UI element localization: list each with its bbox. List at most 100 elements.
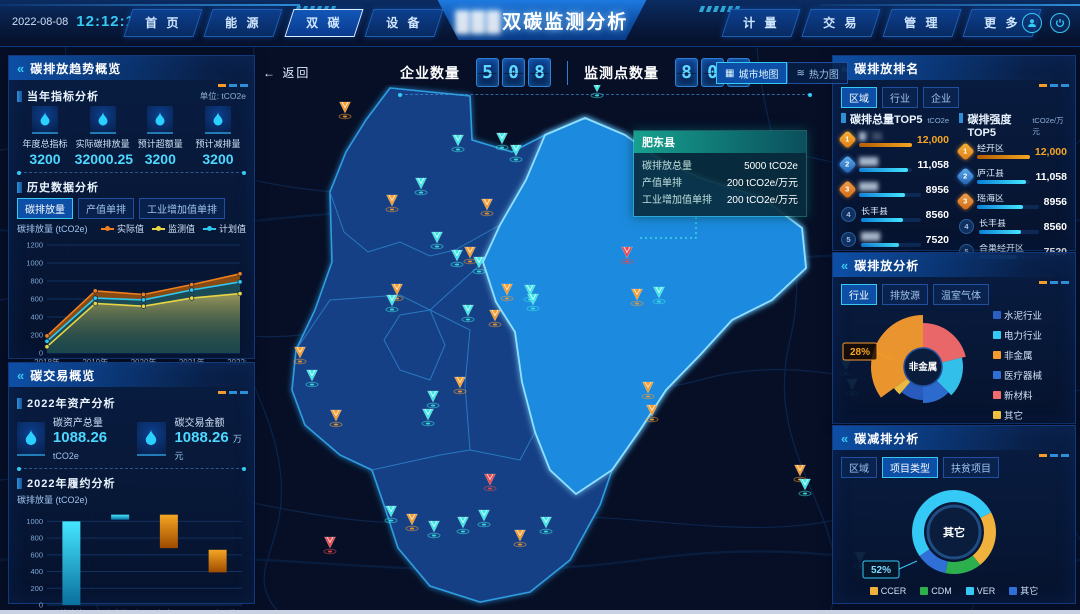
tab-industry[interactable]: 行业: [882, 87, 918, 108]
legend-item: 其它: [993, 408, 1042, 422]
svg-text:800: 800: [30, 534, 43, 543]
section-title: 2022年履约分析: [27, 475, 115, 491]
nav-tab-metering[interactable]: 计 量: [721, 9, 800, 37]
nav-tab-manage[interactable]: 管 理: [882, 9, 961, 37]
toggle-city-map[interactable]: ▦城市地图: [716, 62, 787, 84]
panel-chevron-icon: «: [841, 258, 848, 273]
y-axis-label: 碳排放量 (tCO2e): [17, 493, 88, 506]
panel-title: 碳交易概览: [30, 367, 95, 384]
line-legend: 实际值 监测值 计划值: [101, 222, 246, 235]
year-kpi-row: 年度总指标 3200 实际碳排放量 32000.25 预计超额量 3200 预计…: [17, 106, 246, 167]
rank-row: 2███11,058: [841, 152, 949, 177]
flame-icon: [32, 106, 58, 134]
kpi-actual-emission: 实际碳排放量 32000.25: [75, 106, 131, 167]
emission-tabs: 行业 排放源 温室气体: [841, 284, 1067, 305]
tab-industry-intensity[interactable]: 工业增加值单排: [139, 198, 225, 219]
rank-column-total: 碳排总量TOP5tCO2e 1█门区12,000 2███11,058 3███…: [841, 111, 949, 264]
industry-rose-chart: 非金属28%: [841, 309, 991, 421]
divider: [567, 61, 568, 85]
svg-text:0: 0: [39, 349, 43, 358]
panel-emission-ranking: «碳排放排名 区域 行业 企业 碳排总量TOP5tCO2e 1█门区12,000…: [832, 55, 1076, 251]
date-label: 2022-08-08: [12, 16, 68, 28]
svg-text:52%: 52%: [871, 565, 891, 576]
flame-icon: [137, 422, 167, 456]
legend-item: 新材料: [993, 388, 1042, 402]
tab-region[interactable]: 区域: [841, 457, 877, 478]
legend-plan: 计划值: [203, 222, 246, 235]
svg-text:其它: 其它: [943, 525, 965, 539]
tab-project-type[interactable]: 项目类型: [882, 457, 938, 478]
heatmap-icon: ≋: [796, 68, 804, 79]
svg-text:600: 600: [30, 295, 43, 304]
tooltip-label: 碳排放总量: [642, 158, 692, 175]
tab-source[interactable]: 排放源: [882, 284, 928, 305]
rank-2-medal-icon: 2: [838, 155, 856, 173]
map-tooltip: 肥东县 碳排放总量5000 tCO2e 产值单排200 tCO2e/万元 工业增…: [633, 130, 807, 217]
tooltip-value: 200 tCO2e/万元: [727, 175, 798, 192]
nav-tab-dual-carbon[interactable]: 双 碳: [284, 9, 363, 37]
rank-number-badge: 4: [959, 219, 974, 234]
section-title: 历史数据分析: [27, 179, 99, 195]
rank-row: 4长丰县8560: [959, 214, 1067, 239]
kpi-carbon-asset: 碳资产总量 1088.26 tCO2e: [17, 414, 127, 463]
tab-output-intensity[interactable]: 产值单排: [78, 198, 134, 219]
ranking-tabs: 区域 行业 企业: [841, 87, 1067, 108]
back-arrow-icon: ←: [263, 66, 277, 80]
tab-poverty-project[interactable]: 扶贫项目: [943, 457, 999, 478]
nav-right: 计 量 交 易 管 理 更 多: [726, 9, 1037, 37]
tab-enterprise[interactable]: 企业: [923, 87, 959, 108]
svg-text:400: 400: [30, 313, 43, 322]
tab-greenhouse-gas[interactable]: 温室气体: [933, 284, 989, 305]
performance-bar-chart: 02004006008001000碳排放总量国家发放配额配额交易量CCER购买总…: [17, 508, 246, 614]
back-button[interactable]: ← 返回: [263, 64, 310, 81]
power-icon[interactable]: [1050, 13, 1070, 33]
rank-row: 3瑶海区8956: [959, 189, 1067, 214]
rank-1-medal-icon: 1: [956, 142, 974, 160]
panel-carbon-trade: «碳交易概览 2022年资产分析 碳资产总量 1088.26 tCO2e 碳交易…: [8, 362, 255, 604]
map-icon: ▦: [725, 68, 734, 79]
rank-2-medal-icon: 2: [956, 167, 974, 185]
kpi-expected-reduction: 预计减排量 3200: [190, 106, 246, 167]
nav-tab-home[interactable]: 首 页: [123, 9, 202, 37]
svg-text:800: 800: [30, 277, 43, 286]
flame-icon: [147, 106, 173, 134]
divider: [19, 172, 244, 174]
nav-tab-energy[interactable]: 能 源: [204, 9, 283, 37]
kpi-underline: [400, 94, 810, 95]
panel-chevron-icon: «: [17, 368, 24, 383]
user-icon[interactable]: [1022, 13, 1042, 33]
divider: [19, 468, 244, 470]
rank-1-medal-icon: 1: [838, 130, 856, 148]
history-line-chart: 0200400600800100012002018年2019年2020年2021…: [17, 237, 246, 369]
unit-label: 单位: tCO2e: [200, 90, 246, 102]
tab-industry[interactable]: 行业: [841, 284, 877, 305]
y-axis-label: 碳排放量 (tCO2e): [17, 222, 88, 235]
page-title: 双碳监测分析: [502, 12, 628, 33]
svg-text:1000: 1000: [26, 259, 43, 268]
title-censored-prefix: ███: [456, 12, 502, 33]
tooltip-value: 200 tCO2e/万元: [727, 192, 798, 209]
toggle-heatmap[interactable]: ≋热力图: [787, 62, 847, 84]
tab-emission-amount[interactable]: 碳排放量: [17, 198, 73, 219]
legend-monitor: 监测值: [152, 222, 195, 235]
legend-item: 水泥行业: [993, 308, 1042, 322]
project-donut-chart: 其它 52%: [859, 481, 1049, 583]
rank-column-intensity: 碳排强度TOP5tCO2e/万元 1经开区12,000 2庐江县11,058 3…: [959, 111, 1067, 264]
header-decor-line: [0, 4, 300, 6]
panel-title: 碳排放趋势概览: [30, 60, 121, 77]
rose-legend: 水泥行业 电力行业 非金属 医疗器械 新材料 其它: [993, 308, 1042, 422]
asset-kpi-row: 碳资产总量 1088.26 tCO2e 碳交易金额 1088.26 万元: [17, 414, 246, 463]
monitor-count-label: 监测点数量: [584, 63, 659, 83]
rank-row: 1经开区12,000: [959, 139, 1067, 164]
tab-region[interactable]: 区域: [841, 87, 877, 108]
legend-item: CCER: [870, 584, 907, 597]
panel-title: 碳减排分析: [854, 430, 919, 447]
flame-icon: [90, 106, 116, 134]
donut-legend: CCER CDM VER 其它: [841, 584, 1067, 597]
history-tabs: 碳排放量 产值单排 工业增加值单排: [17, 198, 246, 219]
bottom-strip: [0, 610, 1080, 614]
nav-tab-device[interactable]: 设 备: [364, 9, 443, 37]
flame-icon: [205, 106, 231, 134]
nav-tab-trade[interactable]: 交 易: [802, 9, 881, 37]
legend-item: VER: [966, 584, 996, 597]
